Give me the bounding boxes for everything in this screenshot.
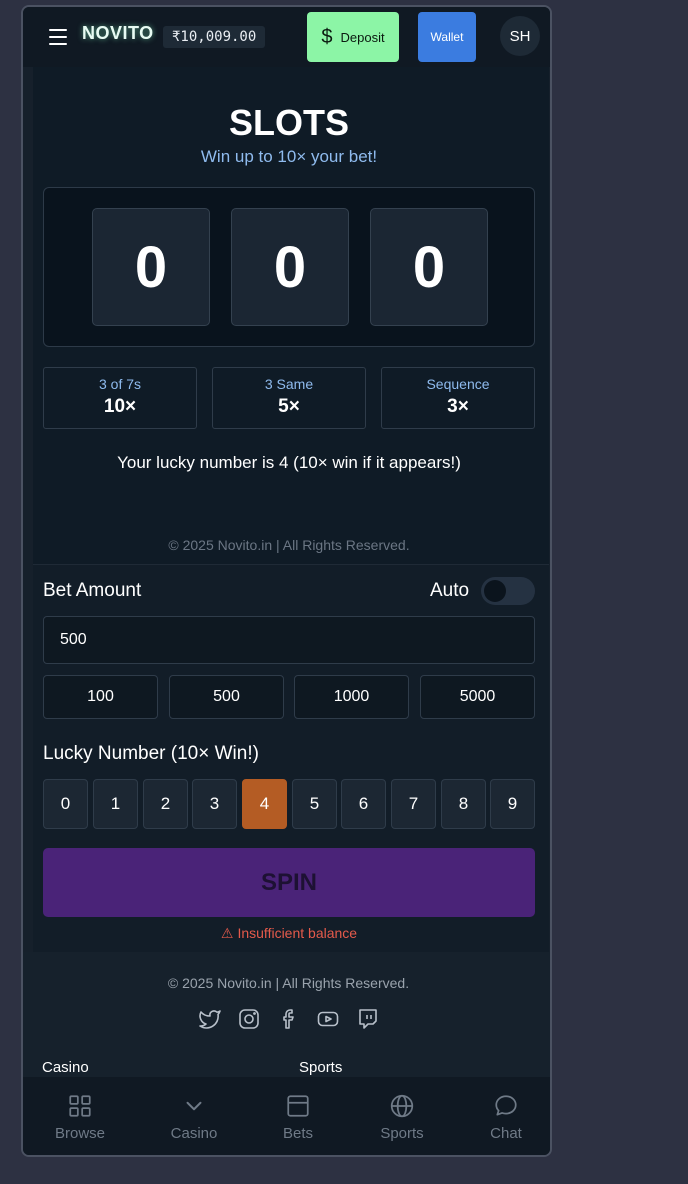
- payout-label: 3 of 7s: [98, 376, 142, 392]
- chevron-down-icon: [186, 1101, 202, 1111]
- footer-column-sports[interactable]: Sports: [299, 1059, 342, 1076]
- lucky-number-1[interactable]: 1: [93, 779, 138, 829]
- top-bar: NOVITO ₹10,009.00 $ Deposit Wallet SH: [23, 7, 550, 67]
- lucky-number-2[interactable]: 2: [143, 779, 188, 829]
- grid-icon: [69, 1095, 91, 1117]
- nav-bets[interactable]: Bets: [248, 1077, 348, 1155]
- instagram-icon[interactable]: [237, 1007, 261, 1031]
- reel-3: 0: [370, 208, 488, 326]
- nav-chat[interactable]: Chat: [456, 1077, 550, 1155]
- quick-bet-500[interactable]: 500: [169, 675, 284, 719]
- bet-amount-input[interactable]: [43, 616, 535, 664]
- twitch-icon[interactable]: [356, 1007, 380, 1031]
- nav-browse[interactable]: Browse: [30, 1077, 130, 1155]
- reel-1: 0: [92, 208, 210, 326]
- deposit-button[interactable]: $ Deposit: [307, 12, 399, 62]
- nav-label: Chat: [490, 1125, 522, 1142]
- lucky-number-8[interactable]: 8: [441, 779, 486, 829]
- lucky-number-9[interactable]: 9: [490, 779, 535, 829]
- lucky-number-4[interactable]: 4: [242, 779, 287, 829]
- spin-button[interactable]: SPIN: [43, 848, 535, 917]
- nav-label: Bets: [282, 1125, 313, 1142]
- lucky-number-message: Your lucky number is 4 (10× win if it ap…: [117, 453, 461, 472]
- error-message: ⚠ Insufficient balance: [33, 925, 545, 942]
- reel-2: 0: [231, 208, 349, 326]
- payout-value: 10×: [103, 396, 137, 417]
- nav-sports[interactable]: Sports: [352, 1077, 452, 1155]
- dollar-icon: $: [321, 25, 333, 48]
- chat-icon: [495, 1095, 517, 1116]
- payout-card-3-same: 3 Same 5×: [212, 367, 366, 429]
- bottom-navigation: Browse Casino Bets Sports Chat: [23, 1077, 550, 1155]
- quick-bet-5000[interactable]: 5000: [420, 675, 535, 719]
- nav-label: Browse: [54, 1125, 106, 1142]
- nav-label: Casino: [170, 1125, 218, 1142]
- footer-column-casino[interactable]: Casino: [42, 1059, 89, 1076]
- lucky-number-7[interactable]: 7: [391, 779, 436, 829]
- game-copyright: © 2025 Novito.in | All Rights Reserved.: [168, 537, 410, 553]
- app-frame: NOVITO ₹10,009.00 $ Deposit Wallet SH SL…: [21, 5, 552, 1157]
- warning-icon: ⚠: [220, 925, 234, 941]
- payout-card-sequence: Sequence 3×: [381, 367, 535, 429]
- slots-game-panel: SLOTS Win up to 10× your bet! 0 0 0 3 of…: [33, 67, 549, 952]
- lucky-number-6[interactable]: 6: [341, 779, 386, 829]
- lucky-number-0[interactable]: 0: [43, 779, 88, 829]
- footer: © 2025 Novito.in | All Rights Reserved. …: [23, 952, 550, 1077]
- balance-display: ₹10,009.00: [163, 26, 266, 48]
- avatar[interactable]: SH: [500, 16, 540, 56]
- facebook-icon[interactable]: [277, 1007, 301, 1031]
- payout-label: 3 Same: [264, 376, 314, 392]
- game-subtitle: Win up to 10× your bet!: [200, 147, 378, 166]
- deposit-label: Deposit: [340, 29, 385, 45]
- payout-value: 5×: [278, 396, 300, 417]
- payout-card-3-of-7s: 3 of 7s 10×: [43, 367, 197, 429]
- lucky-number-label: Lucky Number (10× Win!): [43, 743, 259, 764]
- youtube-icon[interactable]: [316, 1007, 340, 1031]
- globe-icon: [390, 1094, 414, 1118]
- payout-label: Sequence: [426, 376, 490, 392]
- toggle-knob: [484, 580, 506, 602]
- auto-label: Auto: [430, 580, 470, 601]
- quick-bet-1000[interactable]: 1000: [294, 675, 409, 719]
- auto-toggle[interactable]: [481, 577, 535, 605]
- lucky-number-5[interactable]: 5: [292, 779, 337, 829]
- logo[interactable]: NOVITO: [82, 23, 154, 44]
- lucky-number-3[interactable]: 3: [192, 779, 237, 829]
- bets-icon: [287, 1095, 309, 1117]
- payout-value: 3×: [447, 396, 469, 417]
- bet-controls: Bet Amount Auto 100 500 1000 5000 Lucky …: [33, 564, 549, 952]
- bet-amount-label: Bet Amount: [43, 580, 142, 601]
- hamburger-menu-icon[interactable]: [49, 29, 67, 45]
- nav-label: Sports: [380, 1125, 424, 1142]
- game-title: SLOTS: [228, 102, 349, 143]
- error-text: Insufficient balance: [237, 925, 358, 941]
- reel-frame: 0 0 0: [43, 187, 535, 347]
- footer-copyright: © 2025 Novito.in | All Rights Reserved.: [167, 975, 410, 991]
- wallet-button[interactable]: Wallet: [418, 12, 476, 62]
- twitter-icon[interactable]: [198, 1007, 222, 1031]
- quick-bet-100[interactable]: 100: [43, 675, 158, 719]
- nav-casino[interactable]: Casino: [144, 1077, 244, 1155]
